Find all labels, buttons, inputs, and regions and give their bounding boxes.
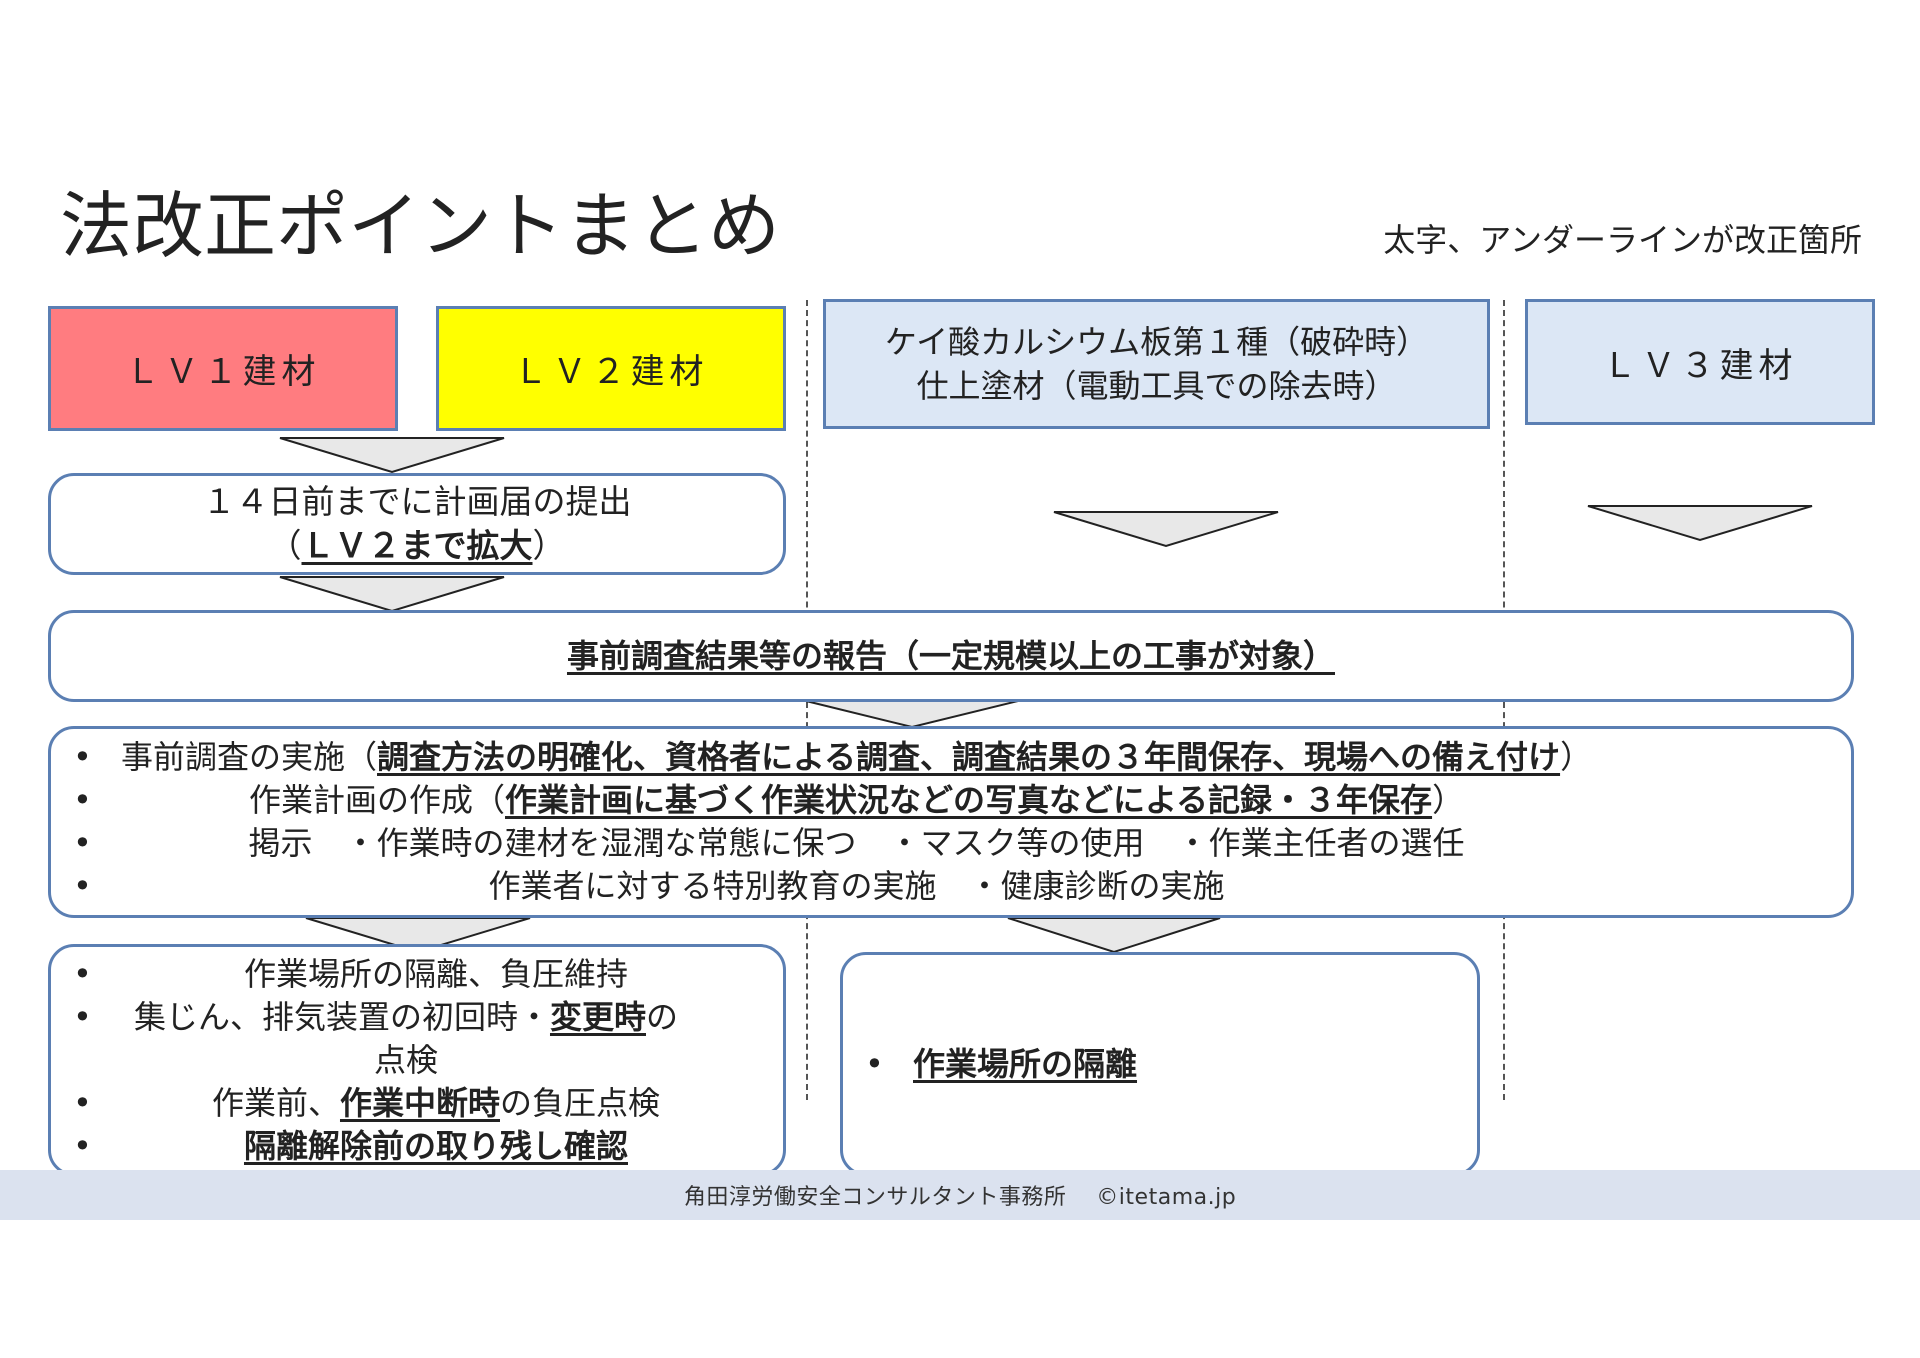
requirement-item: 作業計画の作成（作業計画に基づく作業状況などの写真などによる記録・３年保存）	[51, 779, 1592, 822]
revision-note: 太字、アンダーラインが改正箇所	[1383, 221, 1862, 259]
flow-arrow	[279, 437, 505, 474]
lv12-measures-box: 作業場所の隔離、負圧維持 集じん、排気装置の初回時・変更時の点検 作業前、作業中…	[48, 944, 786, 1176]
report-text: 事前調査結果等の報告（一定規模以上の工事が対象）	[566, 637, 1335, 675]
requirement-item: 事前調査の実施（調査方法の明確化、資格者による調査、調査結果の３年間保存、現場へ…	[51, 736, 1592, 779]
plan-notice-line1: １４日前までに計画届の提出	[202, 482, 632, 521]
footer-text: 角田淳労働安全コンサルタント事務所 ©itetama.jp	[683, 1185, 1237, 1210]
calcium-measure-list: 作業場所の隔離	[843, 1043, 1137, 1086]
lv1-header: ＬＶ１建材	[48, 306, 398, 431]
page-title: 法改正ポイントまとめ	[60, 184, 781, 268]
measure-item: 隔離解除前の取り残し確認	[51, 1125, 751, 1168]
measure-item: 集じん、排気装置の初回時・変更時の点検	[51, 996, 751, 1082]
measure-item: 作業場所の隔離	[843, 1043, 1137, 1086]
calcium-header: ケイ酸カルシウム板第１種（破砕時） 仕上塗材（電動工具での除去時）	[823, 299, 1490, 429]
lv3-label: ＬＶ３建材	[1602, 345, 1798, 386]
footer: 角田淳労働安全コンサルタント事務所 ©itetama.jp	[0, 1170, 1920, 1220]
lv2-label: ＬＶ２建材	[513, 352, 709, 392]
lv12-measures-list: 作業場所の隔離、負圧維持 集じん、排気装置の初回時・変更時の点検 作業前、作業中…	[51, 953, 751, 1168]
requirements-list: 事前調査の実施（調査方法の明確化、資格者による調査、調査結果の３年間保存、現場へ…	[51, 736, 1592, 908]
flow-arrow	[279, 576, 505, 613]
flow-arrow	[1587, 505, 1813, 542]
report-box: 事前調査結果等の報告（一定規模以上の工事が対象）	[48, 610, 1854, 702]
requirement-item: 掲示 ・作業時の建材を湿潤な常態に保つ ・マスク等の使用 ・作業主任者の選任	[51, 822, 1592, 865]
calcium-header-line1: ケイ酸カルシウム板第１種（破砕時）	[884, 323, 1429, 361]
calcium-measure-box: 作業場所の隔離	[840, 952, 1480, 1176]
flow-arrow	[1053, 511, 1279, 548]
requirement-item: 作業者に対する特別教育の実施 ・健康診断の実施	[51, 865, 1592, 908]
calcium-header-line2: 仕上塗材（電動工具での除去時）	[916, 367, 1397, 405]
measure-item: 作業場所の隔離、負圧維持	[51, 953, 751, 996]
lv1-label: ＬＶ１建材	[125, 352, 321, 392]
lv3-header: ＬＶ３建材	[1525, 299, 1875, 425]
plan-notice-box: １４日前までに計画届の提出 （ＬＶ２まで拡大）	[48, 473, 786, 575]
flow-arrow	[1007, 917, 1221, 954]
plan-notice-line2: （ＬＶ２まで拡大）	[268, 526, 566, 565]
requirements-box: 事前調査の実施（調査方法の明確化、資格者による調査、調査結果の３年間保存、現場へ…	[48, 726, 1854, 918]
lv2-header: ＬＶ２建材	[436, 306, 786, 431]
measure-item: 作業前、作業中断時の負圧点検	[51, 1082, 751, 1125]
flow-arrow	[805, 700, 1019, 729]
